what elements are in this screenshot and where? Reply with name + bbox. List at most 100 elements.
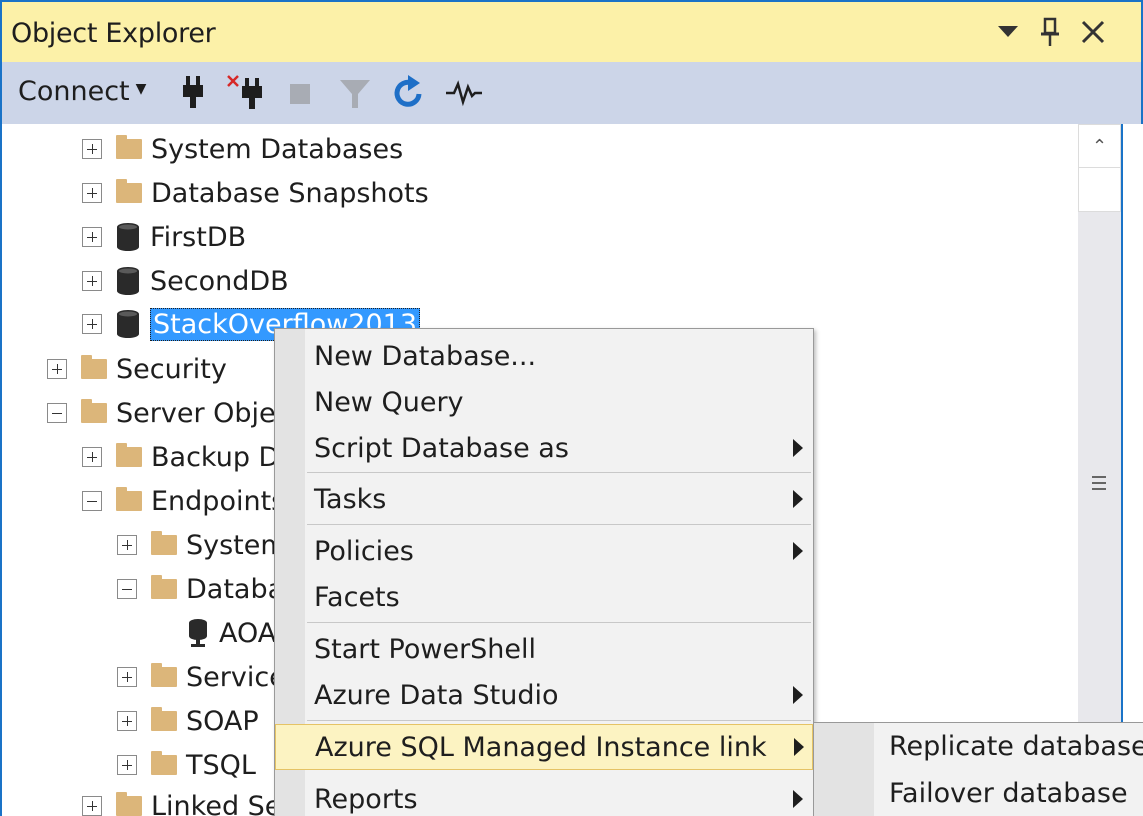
object-explorer-toolbar: Connect ▼ bbox=[0, 62, 1143, 124]
folder-icon bbox=[151, 707, 177, 731]
disconnect-icon[interactable] bbox=[226, 74, 262, 112]
submenu-arrow-icon bbox=[793, 686, 803, 704]
object-explorer-title-bar: Object Explorer bbox=[0, 0, 1143, 62]
tree-node[interactable]: Backup D bbox=[82, 437, 279, 477]
tree-node[interactable]: Databa bbox=[117, 569, 284, 609]
tree-node-label: Endpoints bbox=[151, 485, 286, 517]
expand-icon[interactable] bbox=[82, 314, 102, 334]
menu-item-start-powershell[interactable]: Start PowerShell bbox=[275, 627, 813, 671]
tree-node-label: System Databases bbox=[151, 133, 404, 165]
mi-link-submenu: Replicate database Failover database bbox=[813, 722, 1143, 816]
menu-item-azure-sql-managed-instance-link[interactable]: Azure SQL Managed Instance link bbox=[275, 724, 813, 770]
tree-node-label: Databa bbox=[186, 573, 285, 605]
expand-icon[interactable] bbox=[117, 711, 137, 731]
collapse-icon[interactable] bbox=[47, 403, 67, 423]
collapse-icon[interactable] bbox=[82, 491, 102, 511]
scroll-grip-icon bbox=[1092, 476, 1106, 490]
scrollbar-thumb[interactable] bbox=[1078, 168, 1121, 212]
menu-item-failover-database[interactable]: Failover database bbox=[889, 778, 1128, 809]
tree-node[interactable]: Endpoints bbox=[82, 481, 285, 521]
menu-item-label: New Query bbox=[314, 386, 464, 418]
tree-node[interactable]: System bbox=[117, 525, 287, 565]
menu-item-new-database[interactable]: New Database... bbox=[275, 334, 813, 378]
connect-label: Connect bbox=[18, 76, 130, 107]
tree-node[interactable]: System Databases bbox=[82, 129, 403, 169]
menu-icon-gutter bbox=[814, 723, 874, 816]
collapse-icon[interactable] bbox=[117, 579, 137, 599]
expand-icon[interactable] bbox=[82, 447, 102, 467]
folder-icon bbox=[116, 792, 142, 816]
menu-item-replicate-database[interactable]: Replicate database bbox=[889, 731, 1143, 762]
menu-item-label: Script Database as bbox=[314, 432, 569, 464]
tree-node-label: Database Snapshots bbox=[151, 177, 429, 209]
menu-item-policies[interactable]: Policies bbox=[275, 529, 813, 573]
endpoint-icon bbox=[189, 619, 207, 647]
folder-icon bbox=[116, 179, 142, 203]
tree-node-label: Service bbox=[186, 661, 286, 693]
tree-node[interactable]: SecondDB bbox=[82, 261, 289, 301]
tree-node[interactable]: TSQL bbox=[117, 745, 256, 785]
folder-icon bbox=[116, 443, 142, 467]
close-icon[interactable] bbox=[1075, 14, 1111, 50]
caret-down-icon: ▼ bbox=[135, 80, 147, 97]
menu-item-script-database-as[interactable]: Script Database as bbox=[275, 426, 813, 470]
tree-node-label: System bbox=[186, 529, 287, 561]
database-icon bbox=[117, 267, 139, 295]
tree-node-label: Backup D bbox=[151, 441, 280, 473]
tree-node[interactable]: AOA bbox=[187, 613, 276, 653]
refresh-icon[interactable] bbox=[391, 74, 427, 112]
menu-item-new-query[interactable]: New Query bbox=[275, 380, 813, 424]
menu-item-reports[interactable]: Reports bbox=[275, 777, 813, 816]
folder-icon bbox=[151, 663, 177, 687]
submenu-arrow-icon bbox=[793, 790, 803, 808]
tree-node[interactable]: Server Objec bbox=[47, 393, 290, 433]
window-title: Object Explorer bbox=[11, 18, 216, 49]
connect-plug-icon[interactable] bbox=[178, 74, 214, 112]
submenu-arrow-icon bbox=[793, 490, 803, 508]
database-icon bbox=[117, 310, 139, 338]
tree-node-label: FirstDB bbox=[150, 221, 247, 253]
expand-icon[interactable] bbox=[82, 227, 102, 247]
menu-item-label: Start PowerShell bbox=[314, 633, 537, 665]
connect-dropdown-button[interactable]: Connect ▼ bbox=[18, 76, 146, 107]
activity-monitor-icon[interactable] bbox=[445, 74, 482, 112]
menu-item-label: Azure SQL Managed Instance link bbox=[315, 731, 767, 763]
submenu-arrow-icon bbox=[794, 738, 804, 756]
stop-icon[interactable] bbox=[288, 74, 324, 112]
tree-node[interactable]: Linked Se bbox=[82, 786, 281, 816]
expand-icon[interactable] bbox=[82, 139, 102, 159]
menu-separator bbox=[307, 622, 811, 623]
submenu-arrow-icon bbox=[793, 542, 803, 560]
chevron-down-icon[interactable] bbox=[990, 14, 1026, 50]
menu-item-facets[interactable]: Facets bbox=[275, 575, 813, 619]
pin-icon[interactable] bbox=[1032, 14, 1068, 50]
submenu-arrow-icon bbox=[793, 439, 803, 457]
scroll-up-icon[interactable]: ⌃ bbox=[1078, 124, 1121, 168]
vertical-scrollbar[interactable]: ⌃ bbox=[1078, 124, 1121, 816]
filter-icon[interactable] bbox=[338, 74, 374, 112]
tree-node-label: Linked Se bbox=[151, 790, 282, 816]
tree-node-label: AOA bbox=[219, 617, 277, 649]
tree-node[interactable]: FirstDB bbox=[82, 217, 246, 257]
tree-node-label: Server Objec bbox=[116, 397, 291, 429]
expand-icon[interactable] bbox=[117, 667, 137, 687]
expand-icon[interactable] bbox=[82, 271, 102, 291]
folder-icon bbox=[81, 399, 107, 423]
expand-icon[interactable] bbox=[47, 359, 67, 379]
tree-node-label: Security bbox=[116, 353, 227, 385]
tree-node[interactable]: Service bbox=[117, 657, 286, 697]
menu-item-label: Tasks bbox=[314, 483, 387, 515]
menu-item-tasks[interactable]: Tasks bbox=[275, 477, 813, 521]
expand-icon[interactable] bbox=[82, 183, 102, 203]
tree-node[interactable]: SOAP bbox=[117, 701, 259, 741]
folder-icon bbox=[151, 531, 177, 555]
expand-icon[interactable] bbox=[117, 535, 137, 555]
menu-item-label: Facets bbox=[314, 581, 400, 613]
tree-node[interactable]: Database Snapshots bbox=[82, 173, 429, 213]
tree-node[interactable]: Security bbox=[47, 349, 227, 389]
expand-icon[interactable] bbox=[117, 755, 137, 775]
folder-icon bbox=[81, 355, 107, 379]
menu-item-azure-data-studio[interactable]: Azure Data Studio bbox=[275, 673, 813, 717]
expand-icon[interactable] bbox=[82, 796, 102, 816]
tree-node-label: TSQL bbox=[186, 749, 256, 781]
